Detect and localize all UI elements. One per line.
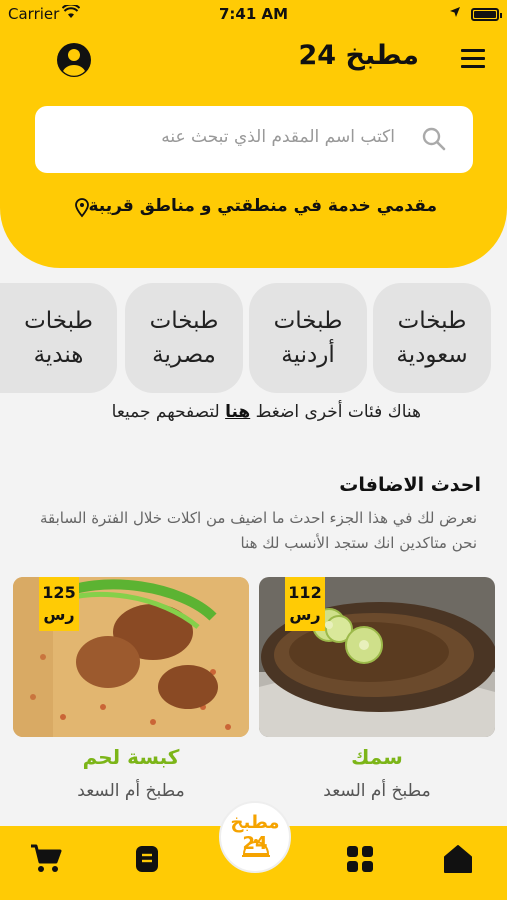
description-line: نحن متاكدين انك ستجد الأنسب لك هنا bbox=[240, 534, 477, 552]
category-label: أردنية bbox=[281, 342, 335, 368]
orders-icon[interactable] bbox=[130, 842, 164, 876]
price-badge: 125 رس bbox=[39, 577, 79, 631]
category-label: مصرية bbox=[152, 342, 216, 368]
more-categories-hint: هناك فئات أخرى اضغط هنا لتصفحهم جميعا bbox=[112, 402, 421, 422]
category-egyptian[interactable]: طبخات مصرية bbox=[125, 283, 243, 393]
grid-icon[interactable] bbox=[343, 842, 377, 876]
price-badge: 112 رس bbox=[285, 577, 325, 631]
meal-name[interactable]: كبسة لحم bbox=[13, 745, 249, 769]
location-pin-icon[interactable] bbox=[74, 198, 90, 218]
app-logo[interactable]: مطبخ 24 bbox=[219, 801, 291, 873]
more-categories-link[interactable]: هنا bbox=[225, 402, 250, 422]
search-icon bbox=[422, 127, 446, 151]
home-icon[interactable] bbox=[441, 842, 475, 876]
category-jordanian[interactable]: طبخات أردنية bbox=[249, 283, 367, 393]
category-label: طبخات bbox=[149, 308, 219, 334]
location-arrow-icon bbox=[450, 7, 460, 17]
price-value: 125 bbox=[42, 583, 76, 602]
category-label: طبخات bbox=[24, 308, 93, 334]
meal-name[interactable]: سمك bbox=[259, 745, 495, 769]
category-indian[interactable]: طبخات هندية bbox=[0, 283, 117, 393]
category-label: طبخات bbox=[273, 308, 343, 334]
latest-section-title: احدث الاضافات bbox=[339, 474, 481, 496]
latest-section-description: نعرض لك في هذا الجزء احدث ما اضيف من اكل… bbox=[7, 506, 477, 556]
search-placeholder: اكتب اسم المقدم الذي تبحث عنه bbox=[161, 127, 395, 147]
hint-text: لتصفحهم جميعا bbox=[111, 402, 226, 422]
service-area-label[interactable]: مقدمي خدمة في منطقتي و مناطق قريبة bbox=[88, 196, 437, 216]
hint-text: هناك فئات أخرى اضغط bbox=[250, 402, 421, 422]
price-value: 112 bbox=[288, 583, 322, 602]
status-time: 7:41 AM bbox=[218, 5, 289, 23]
app-title: مطبخ 24 bbox=[298, 40, 419, 71]
category-list: طبخات سعودية طبخات أردنية طبخات مصرية طبخات… bbox=[0, 283, 507, 393]
kitchen-name[interactable]: مطبخ أم السعد bbox=[259, 781, 495, 801]
search-input[interactable]: اكتب اسم المقدم الذي تبحث عنه bbox=[35, 106, 473, 173]
cart-icon[interactable] bbox=[29, 842, 63, 876]
category-label: سعودية bbox=[396, 342, 468, 368]
category-saudi[interactable]: طبخات سعودية bbox=[373, 283, 491, 393]
category-label: طبخات bbox=[397, 308, 467, 334]
battery-icon bbox=[471, 8, 502, 21]
status-bar: Carrier 7:41 AM bbox=[0, 0, 507, 28]
description-line: نعرض لك في هذا الجزء احدث ما اضيف من اكل… bbox=[39, 509, 477, 527]
price-currency: رس bbox=[289, 605, 321, 624]
dish-cover-icon bbox=[242, 839, 270, 857]
category-label: هندية bbox=[33, 342, 84, 368]
price-currency: رس bbox=[43, 605, 75, 624]
kitchen-name[interactable]: مطبخ أم السعد bbox=[13, 781, 249, 801]
hamburger-menu-icon[interactable] bbox=[461, 49, 485, 69]
user-circle-icon[interactable] bbox=[56, 42, 92, 78]
